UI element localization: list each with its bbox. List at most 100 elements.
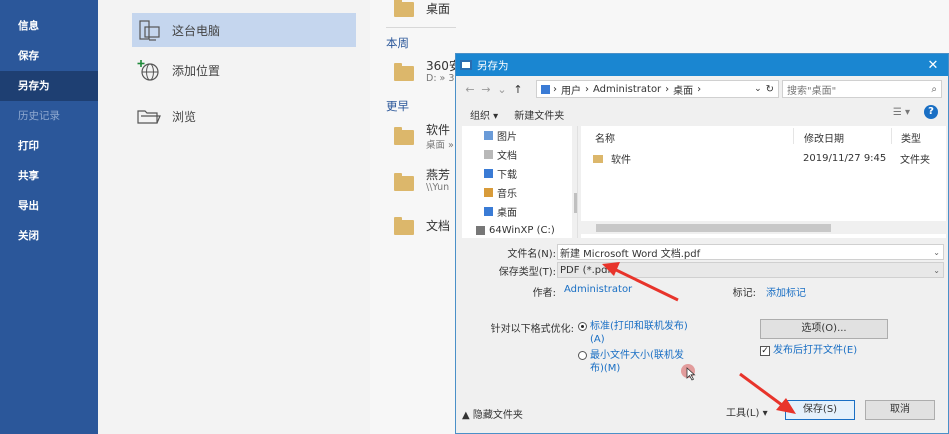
open-after-label[interactable]: 发布后打开文件(E) [773,344,857,357]
chevron-down-icon[interactable]: ⌄ [754,84,762,94]
open-after-checkbox[interactable]: ✓ [760,346,770,356]
place-add-location-label: 添加位置 [172,63,221,78]
options-button[interactable]: 选项(O)... [760,319,888,339]
back-arrow-icon[interactable]: ← [462,83,478,96]
tree-item-label: 音乐 [497,188,517,200]
chevron-down-icon[interactable]: ⌄ [933,266,940,275]
drive-icon [476,225,485,235]
menu-save[interactable]: 保存 [0,41,98,71]
author-label: 作者: [532,288,556,299]
place-browse-label: 浏览 [172,109,197,124]
folder-icon [394,0,414,17]
column-type[interactable]: 类型 [901,130,921,145]
scrollbar-thumb[interactable] [596,224,831,232]
file-list: 名称 修改日期 类型 软件 2019/11/27 9:45 文件夹 [581,126,946,238]
place-this-pc-label: 这台电脑 [172,23,221,38]
recent-item-name[interactable]: 燕芳 [426,166,450,183]
menu-share[interactable]: 共享 [0,161,98,191]
new-folder-button[interactable]: 新建文件夹 [506,107,572,122]
option-minimum-label[interactable]: 最小文件大小(联机发 布)(M) [590,349,684,375]
tree-item-documents[interactable]: 文档 [484,145,517,163]
menu-save-as[interactable]: 另存为 [0,71,98,101]
address-bar[interactable]: › 用户 › Administrator › 桌面 › ⌄ ↻ [536,80,779,98]
pictures-icon [484,130,493,140]
tree-item-pictures[interactable]: 图片 [484,126,517,144]
radio-minimum-size[interactable] [578,351,587,360]
optimize-label: 针对以下格式优化: [490,324,574,335]
file-row[interactable]: 软件 2019/11/27 9:45 文件夹 [593,151,943,166]
option-standard-label[interactable]: 标准(打印和联机发布) (A) [590,320,688,346]
radio-standard[interactable] [578,322,587,331]
download-icon [484,168,493,178]
chevron-right-icon: › [553,83,557,95]
backstage-menu: 信息 保存 另存为 历史记录 打印 共享 导出 关闭 [0,0,98,434]
search-placeholder: 搜索"桌面" [787,85,837,97]
section-earlier: 更早 [386,99,409,113]
tree-item-music[interactable]: 音乐 [484,183,517,201]
add-tag-link[interactable]: 添加标记 [766,284,806,299]
chevron-down-icon[interactable]: ⌄ [933,248,940,257]
recent-item-name[interactable]: 软件 [426,121,450,138]
tree-item-label: 文档 [497,150,517,162]
navigation-bar: ← → ⌄ ↑ › 用户 › Administrator › 桌面 › ⌄ ↻ … [456,76,948,102]
recent-item-name[interactable]: 文档 [426,217,450,234]
tree-item-label: 图片 [497,131,517,143]
folder-icon [394,173,414,191]
folder-icon [394,217,414,235]
column-name[interactable]: 名称 [595,130,615,145]
menu-history: 历史记录 [18,110,60,122]
menu-info[interactable]: 信息 [0,11,98,41]
scrollbar-thumb[interactable] [574,193,577,213]
help-icon[interactable]: ? [924,105,938,119]
recent-desktop[interactable]: 桌面 [426,0,450,17]
mouse-cursor-icon [686,367,696,381]
breadcrumb-administrator[interactable]: Administrator [593,84,661,95]
folder-icon [394,127,414,145]
save-as-dialog: 另存为 ✕ ← → ⌄ ↑ › 用户 › Administrator › 桌面 … [455,53,949,434]
breadcrumb-desktop[interactable]: 桌面 [673,82,693,97]
chevron-right-icon: › [665,83,670,95]
close-icon[interactable]: ✕ [918,58,948,73]
word-icon [460,60,472,70]
menu-export[interactable]: 导出 [0,191,98,221]
menu-close[interactable]: 关闭 [0,221,98,251]
place-add-location[interactable]: 添加位置 [132,53,356,87]
folder-open-icon [136,104,162,128]
folder-tree: 图片 文档 下载 音乐 桌面 64WinXP (C:) [462,126,578,238]
chevron-down-icon[interactable]: ⌄ [494,83,510,96]
tree-item-desktop[interactable]: 桌面 [484,202,517,220]
file-list-scrollbar[interactable] [581,221,946,234]
annotation-arrow-filetype [602,262,679,302]
tree-item-downloads[interactable]: 下载 [484,164,517,182]
filename-label: 文件名(N): [507,249,556,260]
search-input[interactable]: 搜索"桌面" ⌕ [782,80,942,98]
file-type: 文件夹 [900,155,930,166]
dialog-titlebar[interactable]: 另存为 ✕ [456,54,948,76]
refresh-icon[interactable]: ↻ [766,84,774,95]
column-date[interactable]: 修改日期 [804,130,844,145]
hide-folders-toggle[interactable]: ▲ 隐藏文件夹 [462,406,523,421]
column-divider [891,128,892,144]
menu-print[interactable]: 打印 [0,131,98,161]
cancel-button[interactable]: 取消 [865,400,935,420]
place-browse[interactable]: 浏览 [132,99,356,133]
recent-item-path: \\Yun [426,182,450,193]
chevron-right-icon: › [585,83,589,95]
breadcrumb-users[interactable]: 用户 [561,82,581,97]
tree-item-drive-c[interactable]: 64WinXP (C:) [476,221,555,238]
chevron-right-icon: › [697,83,702,95]
filetype-label: 保存类型(T): [498,267,556,278]
option-standard-key: (A) [590,334,605,345]
up-arrow-icon[interactable]: ↑ [510,83,526,96]
folder-icon [541,84,550,94]
forward-arrow-icon[interactable]: → [478,83,494,96]
annotation-arrow-save [739,372,796,414]
tree-item-label: 下载 [497,169,517,181]
tree-scrollbar[interactable] [572,126,577,238]
recent-item-path: D: » 3 [426,73,455,84]
organize-button[interactable]: 组织 ▾ [462,107,506,122]
place-this-pc[interactable]: 这台电脑 [132,13,356,47]
view-options-icon[interactable]: ☰ ▾ [893,107,910,118]
desktop-icon [484,206,493,216]
tags-label: 标记: [732,288,756,299]
